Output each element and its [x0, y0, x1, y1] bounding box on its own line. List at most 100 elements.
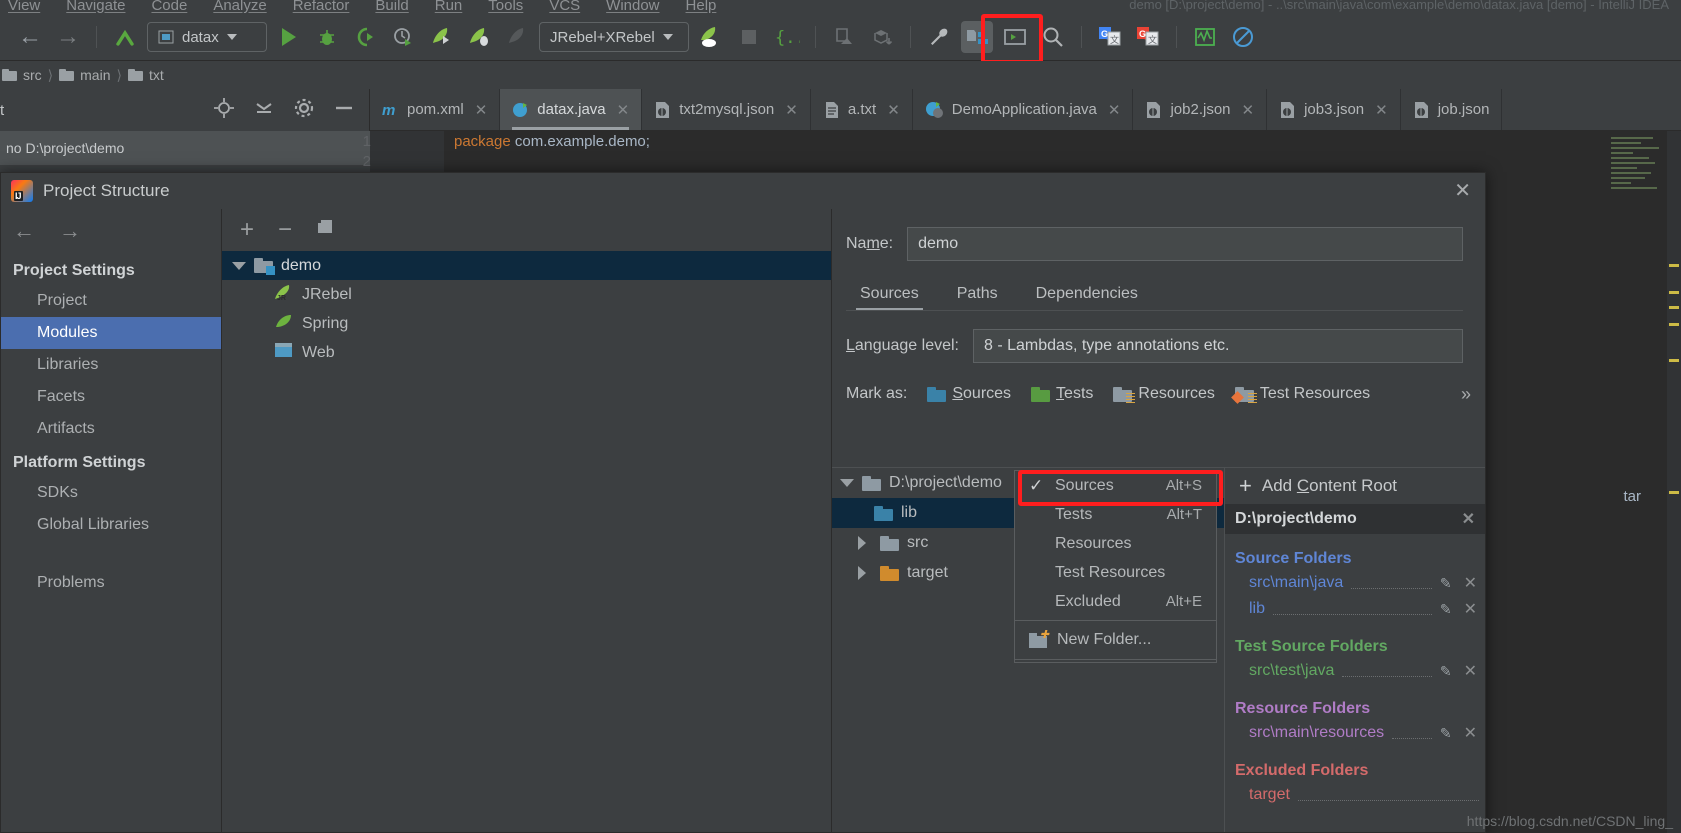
resource-folder-row[interactable]: src\main\resources ✎ ✕ — [1225, 720, 1485, 746]
editor-tab-job3-json[interactable]: job3.json ✕ — [1267, 89, 1401, 130]
menu-item-vcs[interactable]: VCS — [549, 0, 580, 14]
settings-gear-icon[interactable] — [293, 97, 315, 124]
back-arrow-icon[interactable]: ← — [14, 21, 46, 53]
close-icon[interactable]: ✕ — [1464, 573, 1477, 593]
menu-item-view[interactable]: View — [8, 0, 40, 14]
close-icon[interactable]: ✕ — [785, 101, 798, 119]
expand-triangle-icon[interactable] — [232, 261, 246, 270]
menu-item-analyze[interactable]: Analyze — [213, 0, 266, 14]
monitor-icon[interactable] — [1189, 21, 1221, 53]
breadcrumb-item-main[interactable]: main — [80, 67, 110, 83]
close-icon[interactable]: ✕ — [1242, 101, 1255, 119]
edit-pencil-icon[interactable]: ✎ — [1440, 575, 1452, 592]
close-icon[interactable]: ✕ — [1108, 101, 1121, 119]
excluded-folder-row[interactable]: target — [1225, 782, 1485, 808]
collapse-triangle-icon[interactable] — [858, 536, 866, 550]
menu-item-tools[interactable]: Tools — [488, 0, 523, 14]
edit-pencil-icon[interactable]: ✎ — [1440, 725, 1452, 742]
debug-icon[interactable] — [311, 21, 343, 53]
source-folder-row[interactable]: lib ✎ ✕ — [1225, 596, 1485, 622]
sidebar-item-sdks[interactable]: SDKs — [1, 477, 221, 509]
editor-tab-datax-java[interactable]: datax.java ✕ — [500, 89, 643, 130]
module-tree-row-web[interactable]: Web — [222, 338, 831, 367]
braces-icon[interactable]: {..} — [771, 21, 803, 53]
jrebel-run-icon[interactable] — [425, 21, 457, 53]
context-menu-item-sources[interactable]: ✓ Sources Alt+S — [1015, 471, 1216, 500]
sidebar-item-facets[interactable]: Facets — [1, 381, 221, 413]
context-menu-item-test-resources[interactable]: Test Resources — [1015, 558, 1216, 587]
module-name-input[interactable] — [907, 227, 1463, 261]
google-translate-red-icon[interactable]: G文 — [1132, 21, 1164, 53]
copy-icon[interactable] — [316, 216, 336, 244]
editor-tab-txt2mysql-json[interactable]: txt2mysql.json ✕ — [642, 89, 811, 130]
menu-item-refactor[interactable]: Refactor — [293, 0, 350, 14]
mark-as-test-resources-button[interactable]: Test Resources — [1231, 385, 1370, 404]
close-icon[interactable]: ✕ — [617, 101, 630, 119]
settings-wrench-icon[interactable] — [923, 21, 955, 53]
close-icon[interactable]: ✕ — [1464, 723, 1477, 743]
close-icon[interactable]: ✕ — [1464, 661, 1477, 681]
editor-tab-job2-json[interactable]: job2.json ✕ — [1133, 89, 1268, 130]
run-with-coverage-icon[interactable] — [349, 21, 381, 53]
menu-item-window[interactable]: Window — [606, 0, 659, 14]
sidebar-item-artifacts[interactable]: Artifacts — [1, 413, 221, 445]
language-level-select[interactable]: 8 - Lambdas, type annotations etc. — [973, 329, 1463, 363]
sidebar-item-libraries[interactable]: Libraries — [1, 349, 221, 381]
expand-triangle-icon[interactable] — [840, 479, 854, 487]
sidebar-item-problems[interactable]: Problems — [1, 567, 221, 599]
terminal-icon[interactable] — [999, 21, 1031, 53]
context-menu-new-folder[interactable]: ✚ New Folder... — [1014, 620, 1217, 660]
close-icon[interactable]: ✕ — [475, 101, 488, 119]
no-entry-icon[interactable] — [1227, 21, 1259, 53]
tab-sources[interactable]: Sources — [846, 279, 933, 313]
menu-item-help[interactable]: Help — [686, 0, 717, 14]
close-icon[interactable]: ✕ — [1464, 599, 1477, 619]
editor-marker-bar[interactable] — [1667, 131, 1681, 833]
menu-item-code[interactable]: Code — [151, 0, 187, 14]
module-tree-row-spring[interactable]: Spring — [222, 309, 831, 338]
close-icon[interactable]: ✕ — [1454, 181, 1471, 201]
test-source-folder-row[interactable]: src\test\java ✎ ✕ — [1225, 658, 1485, 684]
context-menu-item-excluded[interactable]: Excluded Alt+E — [1015, 587, 1216, 616]
collapse-all-icon[interactable] — [253, 97, 275, 124]
edit-pencil-icon[interactable]: ✎ — [1440, 601, 1452, 618]
editor-tab-demoapplication-java[interactable]: DemoApplication.java ✕ — [913, 89, 1134, 130]
jrebel-debug-icon[interactable] — [463, 21, 495, 53]
update-project-icon[interactable] — [109, 21, 141, 53]
profile-icon[interactable] — [387, 21, 419, 53]
close-icon[interactable]: ✕ — [1375, 101, 1388, 119]
mark-as-overflow-icon[interactable]: » — [1461, 384, 1471, 405]
search-icon[interactable] — [1037, 21, 1069, 53]
module-tree-row-demo[interactable]: demo — [222, 251, 831, 280]
jrebel-cloud-icon[interactable] — [695, 21, 727, 53]
add-content-root-button[interactable]: + Add Content Root — [1225, 468, 1485, 504]
google-translate-blue-icon[interactable]: G文 — [1094, 21, 1126, 53]
jrebel-config-selector[interactable]: JRebel+XRebel — [539, 22, 689, 52]
editor-tab-job-json[interactable]: job.json — [1401, 89, 1503, 130]
menu-item-navigate[interactable]: Navigate — [66, 0, 125, 14]
close-icon[interactable]: ✕ — [887, 101, 900, 119]
hide-icon[interactable] — [333, 97, 355, 124]
module-tree-row-jrebel[interactable]: JR JRebel — [222, 280, 831, 309]
remove-icon[interactable]: − — [278, 216, 292, 244]
close-icon[interactable]: ✕ — [1462, 509, 1475, 529]
sidebar-item-project[interactable]: Project — [1, 285, 221, 317]
tab-dependencies[interactable]: Dependencies — [1022, 279, 1152, 313]
editor-tab-pom-xml[interactable]: m pom.xml ✕ — [370, 89, 501, 130]
nav-back-icon[interactable]: ← — [13, 218, 35, 244]
project-structure-icon[interactable] — [961, 21, 993, 53]
sidebar-item-modules[interactable]: Modules — [1, 317, 221, 349]
mark-as-tests-button[interactable]: Tests — [1031, 385, 1093, 403]
edit-pencil-icon[interactable]: ✎ — [1440, 663, 1452, 680]
add-icon[interactable]: + — [240, 216, 254, 244]
mark-as-sources-button[interactable]: Sources — [927, 385, 1011, 403]
run-configuration-selector[interactable]: datax — [147, 22, 267, 52]
forward-arrow-icon[interactable]: → — [52, 21, 84, 53]
sidebar-item-global-libraries[interactable]: Global Libraries — [1, 509, 221, 541]
breadcrumb-item-txt[interactable]: txt — [149, 67, 164, 83]
source-folder-row[interactable]: src\main\java ✎ ✕ — [1225, 570, 1485, 596]
context-menu-item-tests[interactable]: Tests Alt+T — [1015, 500, 1216, 529]
locate-icon[interactable] — [213, 97, 235, 124]
menu-item-build[interactable]: Build — [375, 0, 408, 14]
nav-forward-icon[interactable]: → — [59, 218, 81, 244]
